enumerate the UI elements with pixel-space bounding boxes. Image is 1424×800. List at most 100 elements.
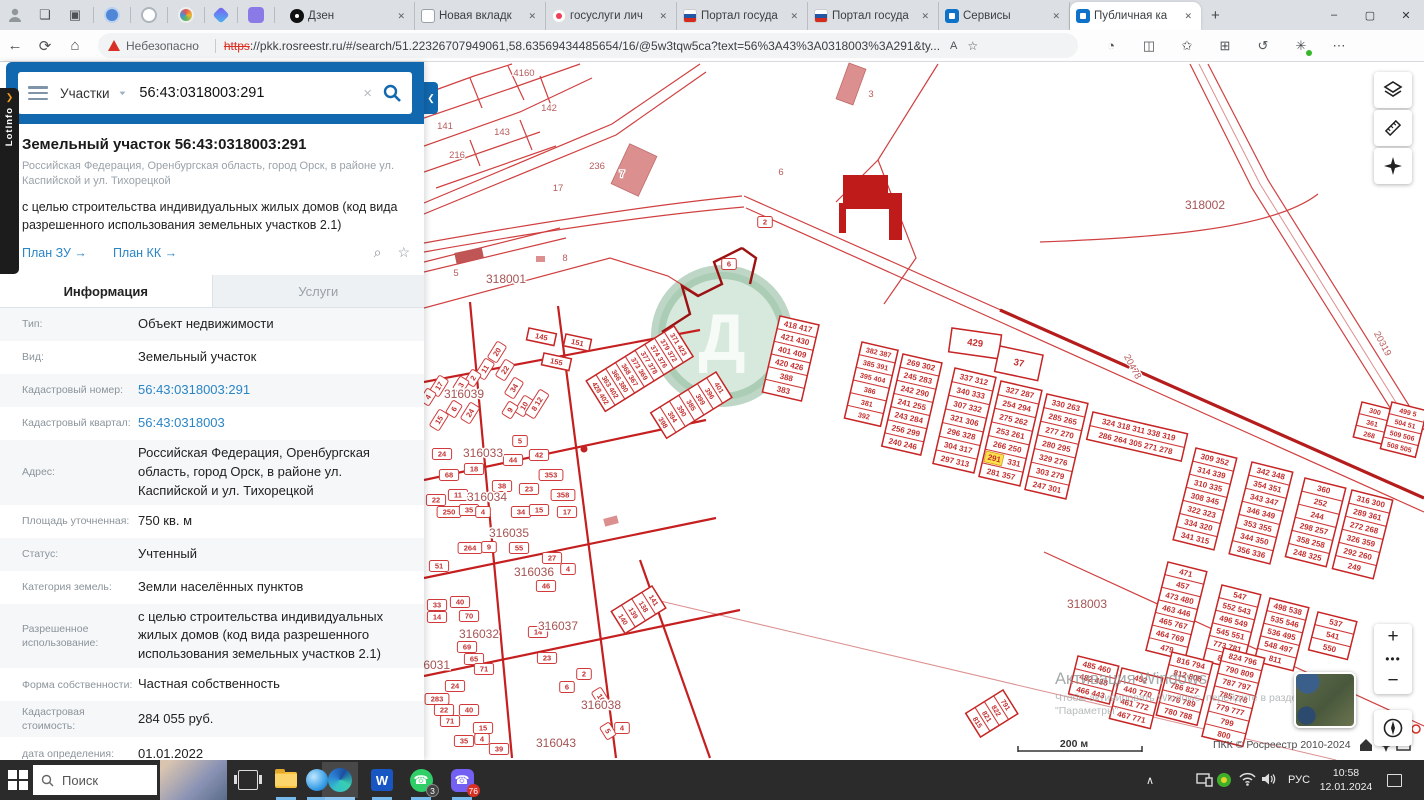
parcel-strip[interactable]: 324 318 311 338 319286 264 305 271 278 — [1085, 411, 1189, 463]
menu-hamburger-icon[interactable] — [28, 86, 48, 100]
tab-close-icon[interactable]: ✕ — [656, 9, 670, 24]
cadastral-map[interactable]: Д 382 387385 391395 404386381392269 3022… — [424, 62, 1424, 760]
lotinfo-ribbon[interactable]: ❯ LotInfo — [0, 88, 19, 274]
browser-tab-0[interactable]: Дзен ✕ — [284, 2, 415, 30]
home-icon[interactable]: ⌂ — [60, 37, 90, 54]
more-icon[interactable]: ⋯ — [1320, 38, 1358, 54]
parcel-cell[interactable]: 24 — [444, 680, 466, 692]
preview-search-icon[interactable]: ⌕ — [374, 244, 382, 261]
parcel-cell[interactable]: 15 — [528, 504, 550, 516]
refresh-icon[interactable]: ⟳ — [30, 37, 60, 55]
parcel-cell[interactable]: 22 — [495, 359, 515, 381]
maximize-button[interactable]: ▢ — [1352, 0, 1388, 30]
parcel-cell[interactable]: 15 — [472, 722, 494, 734]
parcel-cell[interactable]: 34 — [510, 506, 532, 518]
parcel-strip[interactable]: 816 794812 808786 827776 789780 788 — [1155, 651, 1214, 727]
parcel-cell[interactable]: 42 — [528, 449, 550, 461]
browser-tab-1[interactable]: Новая вкладк ✕ — [415, 2, 546, 30]
volume-icon[interactable] — [1261, 772, 1277, 786]
parcel-cell[interactable]: 24 — [460, 402, 480, 424]
parcel-cell[interactable]: 6 — [721, 258, 737, 270]
home-view-icon[interactable] — [1360, 739, 1372, 751]
parcel-cell[interactable]: 22 — [433, 704, 455, 716]
search-icon[interactable] — [382, 83, 402, 103]
tab-information[interactable]: Информация — [0, 275, 212, 308]
tray-expand-icon[interactable]: ∧ — [1140, 760, 1160, 800]
parcel-cell[interactable]: 4 — [614, 722, 630, 734]
parcel-cell[interactable]: 23 — [518, 483, 540, 495]
parcel-cell[interactable]: 35 — [453, 735, 475, 747]
parcel-cell[interactable]: 9 — [501, 401, 519, 419]
profile-avatar-icon[interactable] — [0, 4, 30, 26]
parcel-cell[interactable]: 33 — [426, 599, 448, 611]
tab-close-icon[interactable]: ✕ — [525, 9, 539, 24]
taskbar-search[interactable]: Поиск — [33, 765, 157, 795]
parcel-cell[interactable]: 264 — [457, 542, 483, 554]
favorite-star-icon[interactable]: ☆ — [397, 244, 410, 261]
parcel-cell[interactable]: 17 — [556, 506, 578, 518]
locate-object-button[interactable] — [1374, 148, 1412, 184]
tab-actions-icon[interactable]: ▣ — [60, 4, 90, 26]
parcel-strip[interactable]: 151 — [562, 333, 593, 353]
parcel-cell[interactable]: 51 — [428, 560, 450, 572]
extension-icon-gray[interactable] — [141, 7, 157, 23]
parcel-cell[interactable]: 5 — [512, 435, 528, 447]
search-box[interactable]: Участки ▼ × — [18, 72, 412, 114]
zoom-in-button[interactable]: + — [1374, 624, 1412, 650]
parcel-strip[interactable]: 791822821815 — [964, 688, 1019, 739]
tab-close-icon[interactable]: ✕ — [918, 9, 932, 24]
parcel-cell[interactable]: 34 — [504, 377, 524, 399]
whatsapp-icon[interactable]: ☎ 3 — [407, 766, 439, 797]
url-field[interactable]: Небезопасно https ://pkk.rosreestr.ru/#/… — [98, 33, 1078, 58]
parcel-strip[interactable]: 342 348354 351343 347346 349353 355344 3… — [1228, 461, 1294, 565]
parcel-cell[interactable]: 4 — [560, 563, 576, 575]
parcel-cell[interactable]: 4 — [474, 733, 490, 745]
collections-icon[interactable]: ✩ — [1168, 38, 1206, 54]
my-location-button[interactable] — [1374, 710, 1412, 746]
wifi-icon[interactable] — [1239, 772, 1256, 786]
split-screen-icon[interactable]: ◫ — [1130, 38, 1168, 54]
start-button[interactable] — [8, 770, 28, 790]
parcel-cell[interactable]: 18 — [463, 463, 485, 475]
extension-icon-blue[interactable] — [104, 7, 120, 23]
history-icon[interactable]: ↺ — [1244, 38, 1282, 54]
clock[interactable]: 10:58 12.01.2024 — [1316, 760, 1376, 800]
basemap-thumbnail[interactable] — [1294, 672, 1356, 728]
parcel-cell[interactable]: 250 — [436, 506, 462, 518]
parcel-cell[interactable]: 27 — [541, 552, 563, 564]
parcel-cell[interactable]: 11 — [447, 489, 469, 501]
parcel-cell[interactable]: 353 — [538, 469, 564, 481]
notification-center-icon[interactable] — [1382, 760, 1406, 800]
parcel-cell[interactable]: 39 — [488, 743, 510, 755]
parcel-cell[interactable]: 40 — [458, 704, 480, 716]
parcel-cell[interactable]: 358 — [550, 489, 576, 501]
parcel-strip[interactable]: 537541550 — [1307, 611, 1358, 661]
parcel-cell[interactable]: 70 — [458, 610, 480, 622]
browser-tab-3[interactable]: Портал госуда ✕ — [677, 2, 808, 30]
tab-close-icon[interactable]: ✕ — [1049, 9, 1063, 24]
back-icon[interactable]: ← — [0, 37, 30, 54]
browser-tab-4[interactable]: Портал госуда ✕ — [808, 2, 939, 30]
new-tab-button[interactable]: + — [1201, 7, 1230, 24]
language-indicator[interactable]: РУС — [1282, 760, 1316, 800]
minimize-button[interactable]: – — [1316, 0, 1352, 30]
word-icon[interactable]: W — [368, 766, 396, 794]
task-view-icon[interactable] — [234, 770, 262, 790]
favorite-star-icon[interactable]: ☆ — [967, 39, 978, 53]
plan-link-0[interactable]: План ЗУ → — [22, 246, 87, 260]
zoom-out-button[interactable]: − — [1374, 668, 1412, 694]
tab-close-icon[interactable]: ✕ — [394, 9, 408, 24]
viber-icon[interactable]: ☎ 76 — [448, 766, 480, 797]
browser-tab-6[interactable]: Публичная ка ✕ — [1070, 2, 1201, 30]
tab-close-icon[interactable]: ✕ — [1181, 9, 1195, 24]
file-explorer-icon[interactable] — [272, 766, 300, 794]
parcel-cell[interactable]: 55 — [508, 542, 530, 554]
antivirus-icon[interactable] — [1216, 772, 1232, 788]
parcel-strip[interactable]: 471457473 480463 446465 767464 769479 — [1145, 561, 1208, 661]
extension-icon-diamond[interactable] — [212, 6, 230, 24]
parcel-cell[interactable]: 283 — [424, 693, 450, 705]
layers-button[interactable] — [1374, 72, 1412, 108]
parcel-cell[interactable]: 65 — [463, 653, 485, 665]
browser-essentials-icon[interactable]: ⊞ — [1206, 38, 1244, 54]
tab-services[interactable]: Услуги — [211, 275, 424, 308]
